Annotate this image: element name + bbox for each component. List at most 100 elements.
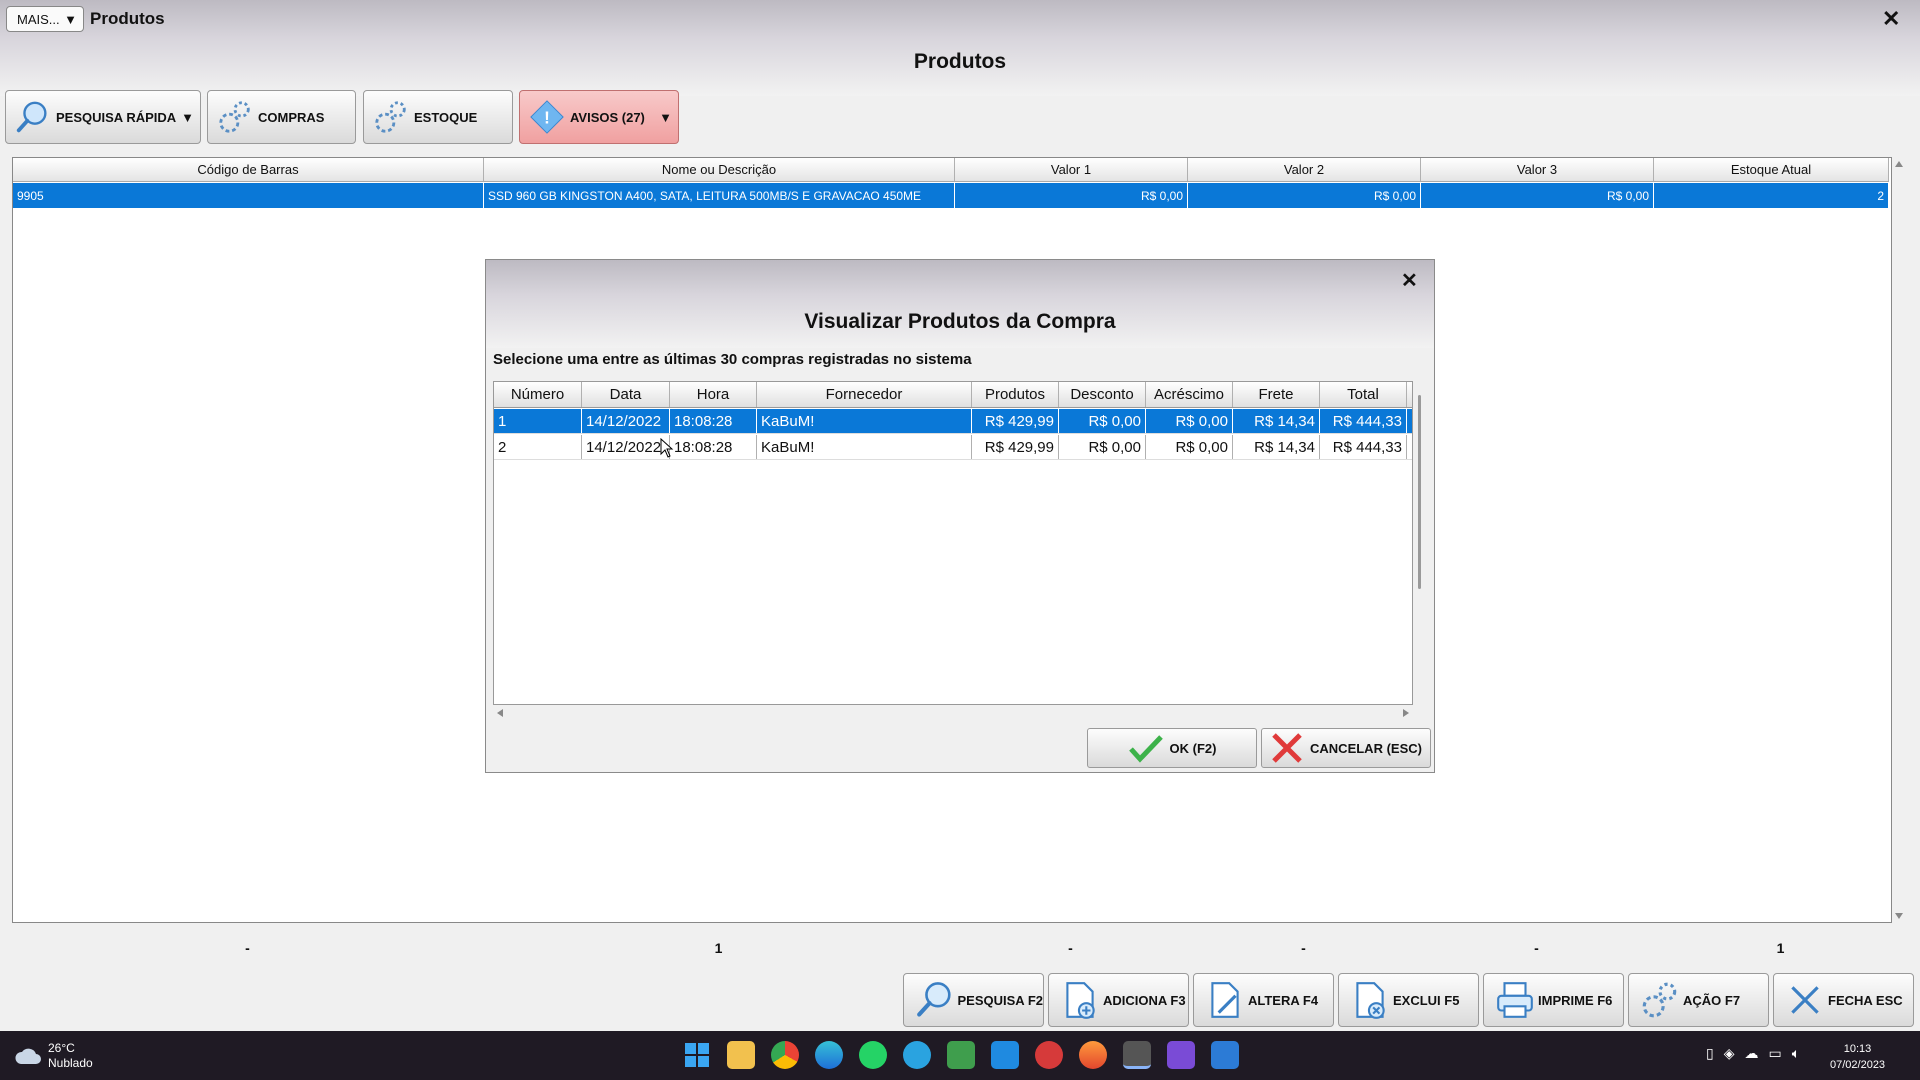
column-header[interactable]: Data	[582, 382, 670, 407]
dialog-header	[486, 260, 1434, 348]
products-table-header: Código de Barras Nome ou Descrição Valor…	[13, 158, 1889, 182]
cloud-sync-icon: ☁	[1744, 1045, 1759, 1061]
weather-widget[interactable]: 26°C Nublado	[14, 1041, 93, 1071]
column-header[interactable]: Estoque Atual	[1654, 158, 1889, 181]
close-window-icon[interactable]: ✕	[1882, 6, 1900, 32]
cancel-label: CANCELAR (ESC)	[1310, 740, 1422, 756]
warning-icon: !	[530, 100, 564, 134]
shield-icon: ◈	[1723, 1045, 1735, 1061]
notepad-icon[interactable]	[1211, 1041, 1239, 1069]
column-header[interactable]: Acréscimo	[1146, 382, 1233, 407]
app-icon[interactable]	[1167, 1041, 1195, 1069]
page-title: Produtos	[913, 50, 1007, 73]
svg-text:!: !	[544, 109, 550, 128]
alerts-label: AVISOS (27)	[570, 109, 645, 125]
search-icon	[917, 982, 951, 1017]
taskbar: 26°C Nublado ▯ ◈ ☁ ▭ 🔈︎ 10:13 07/02/2023	[0, 1031, 1920, 1080]
stock-label: ESTOQUE	[414, 109, 478, 125]
column-header[interactable]: Desconto	[1059, 382, 1146, 407]
app-icon[interactable]	[1035, 1041, 1063, 1069]
active-app-icon[interactable]	[1123, 1041, 1151, 1069]
close-esc-button[interactable]: FECHA ESC	[1773, 973, 1914, 1027]
dialog-title: Visualizar Produtos da Compra	[804, 310, 1116, 333]
print-f6-button[interactable]: IMPRIME F6	[1483, 973, 1624, 1027]
purchases-table-header: Número Data Hora Fornecedor Produtos Des…	[494, 382, 1412, 408]
ok-f2-button[interactable]: OK (F2)	[1087, 728, 1257, 768]
action-f7-button[interactable]: AÇÃO F7	[1628, 973, 1769, 1027]
chevron-down-icon[interactable]: ▼	[181, 110, 194, 125]
vertical-scrollbar[interactable]	[1890, 157, 1908, 923]
column-header[interactable]: Nome ou Descrição	[484, 158, 955, 181]
total-description: 1	[714, 940, 723, 956]
cell-products: R$ 429,99	[972, 435, 1059, 459]
edit-f4-button[interactable]: ALTERA F4	[1193, 973, 1334, 1027]
quick-search-button[interactable]: PESQUISA RÁPIDA ▼	[5, 90, 201, 144]
column-header[interactable]: Valor 3	[1421, 158, 1654, 181]
weather-condition: Nublado	[48, 1056, 93, 1070]
quick-search-label: PESQUISA RÁPIDA	[56, 109, 177, 125]
add-f3-button[interactable]: ADICIONA F3	[1048, 973, 1189, 1027]
weather-temperature: 26°C	[48, 1041, 75, 1055]
clock[interactable]: 10:13 07/02/2023	[1830, 1041, 1885, 1073]
cell-date: 14/12/2022	[582, 435, 670, 459]
cell-discount: R$ 0,00	[1059, 409, 1146, 433]
column-header[interactable]: Valor 1	[955, 158, 1188, 181]
column-header[interactable]: Frete	[1233, 382, 1320, 407]
more-menu-button[interactable]: MAIS... ▼	[6, 6, 84, 32]
check-icon	[1128, 735, 1163, 763]
spreadsheet-icon[interactable]	[947, 1041, 975, 1069]
whatsapp-icon[interactable]	[859, 1041, 887, 1069]
column-header[interactable]: Produtos	[972, 382, 1059, 407]
chevron-down-icon: ▼	[64, 11, 77, 27]
column-header[interactable]: Fornecedor	[757, 382, 972, 407]
speaker-icon: 🔈︎	[1791, 1045, 1801, 1061]
cancel-x-icon	[1272, 733, 1302, 763]
cell-date: 14/12/2022	[582, 409, 670, 433]
total-value2: -	[1301, 940, 1306, 956]
file-explorer-icon[interactable]	[727, 1041, 755, 1069]
alerts-button[interactable]: ! AVISOS (27) ▼	[519, 90, 679, 144]
gear-icon	[219, 101, 250, 133]
cell-supplier: KaBuM!	[757, 435, 972, 459]
column-header[interactable]: Código de Barras	[13, 158, 484, 181]
edge-icon[interactable]	[815, 1041, 843, 1069]
system-tray[interactable]: ▯ ◈ ☁ ▭ 🔈︎	[1706, 1045, 1800, 1062]
printer-icon	[1497, 982, 1533, 1018]
dialog-vertical-scrollbar[interactable]	[1418, 395, 1421, 589]
cell-description: SSD 960 GB KINGSTON A400, SATA, LEITURA …	[484, 183, 955, 208]
column-header[interactable]: Número	[494, 382, 582, 407]
delete-document-icon	[1356, 982, 1385, 1019]
delete-f5-button[interactable]: EXCLUI F5	[1338, 973, 1479, 1027]
column-header[interactable]: Valor 2	[1188, 158, 1421, 181]
table-row[interactable]: 1 14/12/2022 18:08:28 KaBuM! R$ 429,99 R…	[494, 409, 1412, 434]
print-f6-label: IMPRIME F6	[1538, 992, 1613, 1008]
column-header[interactable]: Hora	[670, 382, 757, 407]
table-row[interactable]: 2 14/12/2022 18:08:28 KaBuM! R$ 429,99 R…	[494, 435, 1412, 460]
cell-time: 18:08:28	[670, 435, 757, 459]
search-f2-button[interactable]: PESQUISA F2	[903, 973, 1044, 1027]
chevron-down-icon[interactable]: ▼	[659, 110, 672, 125]
cell-total: R$ 444,33	[1320, 435, 1407, 459]
start-icon[interactable]	[683, 1041, 711, 1069]
close-icon	[1791, 986, 1819, 1014]
dialog-horizontal-scrollbar[interactable]	[493, 706, 1413, 720]
more-menu-label: MAIS...	[17, 11, 60, 27]
stock-button[interactable]: ESTOQUE	[363, 90, 513, 144]
network-icon: ▭	[1768, 1045, 1782, 1061]
app-icon[interactable]	[991, 1041, 1019, 1069]
add-f3-label: ADICIONA F3	[1103, 992, 1186, 1008]
table-row[interactable]: 9905 SSD 960 GB KINGSTON A400, SATA, LEI…	[13, 183, 1889, 208]
cancel-esc-button[interactable]: CANCELAR (ESC)	[1261, 728, 1431, 768]
close-icon[interactable]: ✕	[1401, 268, 1418, 293]
column-header[interactable]: Total	[1320, 382, 1407, 407]
firefox-icon[interactable]	[1079, 1041, 1107, 1069]
telegram-icon[interactable]	[903, 1041, 931, 1069]
search-f2-label: PESQUISA F2	[957, 992, 1043, 1008]
cell-discount: R$ 0,00	[1059, 435, 1146, 459]
action-f7-label: AÇÃO F7	[1683, 992, 1741, 1008]
chrome-icon[interactable]	[771, 1041, 799, 1069]
purchase-products-dialog: ✕ Visualizar Produtos da Compra Selecion…	[485, 259, 1435, 773]
close-esc-label: FECHA ESC	[1828, 992, 1903, 1008]
purchases-button[interactable]: COMPRAS	[207, 90, 356, 144]
cell-stock: 2	[1654, 183, 1889, 208]
